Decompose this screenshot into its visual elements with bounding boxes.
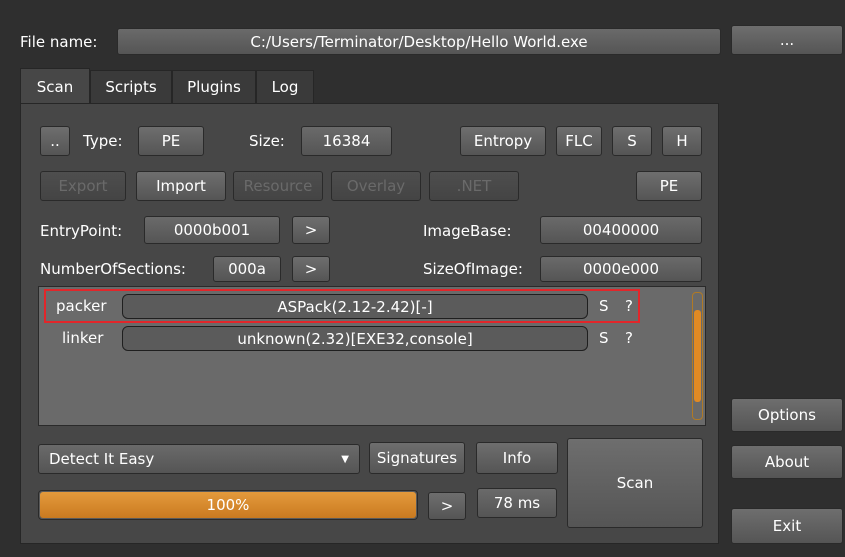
next-button[interactable]: > xyxy=(428,492,466,520)
result-value-linker[interactable]: unknown(2.32)[EXE32,console] xyxy=(122,326,588,351)
sizeofimage-field: 0000e000 xyxy=(540,256,702,282)
info-button[interactable]: Info xyxy=(476,442,558,474)
size-field: 16384 xyxy=(301,126,392,156)
result-q-packer[interactable]: ? xyxy=(625,294,633,318)
tab-plugins-label: Plugins xyxy=(187,78,241,96)
engine-select-value: Detect It Easy xyxy=(49,450,155,468)
about-button[interactable]: About xyxy=(731,445,843,479)
file-path-field[interactable]: C:/Users/Terminator/Desktop/Hello World.… xyxy=(117,28,721,55)
import-button[interactable]: Import xyxy=(136,171,226,201)
tab-scripts-label: Scripts xyxy=(105,78,157,96)
sections-label: NumberOfSections: xyxy=(40,260,186,278)
type-label: Type: xyxy=(83,132,123,150)
imagebase-label: ImageBase: xyxy=(423,222,512,240)
sections-go-button[interactable]: > xyxy=(292,256,330,282)
result-value-packer[interactable]: ASPack(2.12-2.42)[-] xyxy=(122,294,588,319)
result-type-linker: linker xyxy=(62,329,104,347)
entrypoint-field: 0000b001 xyxy=(144,216,280,244)
progress-text: 100% xyxy=(206,496,250,514)
tab-log[interactable]: Log xyxy=(256,70,314,103)
file-name-label: File name: xyxy=(20,33,98,51)
scan-button[interactable]: Scan xyxy=(567,438,703,528)
exit-button[interactable]: Exit xyxy=(731,508,843,544)
tab-scan[interactable]: Scan xyxy=(20,68,90,104)
size-label: Size: xyxy=(249,132,285,150)
h-button[interactable]: H xyxy=(662,126,702,156)
tab-scan-label: Scan xyxy=(36,77,74,96)
parent-button[interactable]: .. xyxy=(40,126,70,156)
scroll-thumb[interactable] xyxy=(694,310,701,402)
imagebase-field: 00400000 xyxy=(540,216,702,244)
browse-button[interactable]: ... xyxy=(731,25,843,55)
tab-plugins[interactable]: Plugins xyxy=(172,70,256,103)
result-q-linker[interactable]: ? xyxy=(625,326,633,350)
overlay-button[interactable]: Overlay xyxy=(331,171,421,201)
tab-scripts[interactable]: Scripts xyxy=(90,70,172,103)
resource-button[interactable]: Resource xyxy=(233,171,323,201)
options-button[interactable]: Options xyxy=(731,398,843,432)
result-s-linker[interactable]: S xyxy=(599,326,609,350)
type-button[interactable]: PE xyxy=(138,126,204,156)
pe-button[interactable]: PE xyxy=(636,171,702,201)
net-button[interactable]: .NET xyxy=(429,171,519,201)
sections-field: 000a xyxy=(213,256,281,282)
signatures-button[interactable]: Signatures xyxy=(369,442,465,474)
engine-select[interactable]: Detect It Easy ▼ xyxy=(38,444,360,474)
tab-log-label: Log xyxy=(271,78,299,96)
result-type-packer: packer xyxy=(56,297,107,315)
s-button[interactable]: S xyxy=(612,126,652,156)
entrypoint-label: EntryPoint: xyxy=(40,222,123,240)
entropy-button[interactable]: Entropy xyxy=(460,126,546,156)
flc-button[interactable]: FLC xyxy=(556,126,602,156)
result-s-packer[interactable]: S xyxy=(599,294,609,318)
time-field: 78 ms xyxy=(477,488,557,518)
entrypoint-go-button[interactable]: > xyxy=(292,216,330,244)
sizeofimage-label: SizeOfImage: xyxy=(423,260,523,278)
chevron-down-icon: ▼ xyxy=(341,453,349,465)
export-button[interactable]: Export xyxy=(40,171,126,201)
